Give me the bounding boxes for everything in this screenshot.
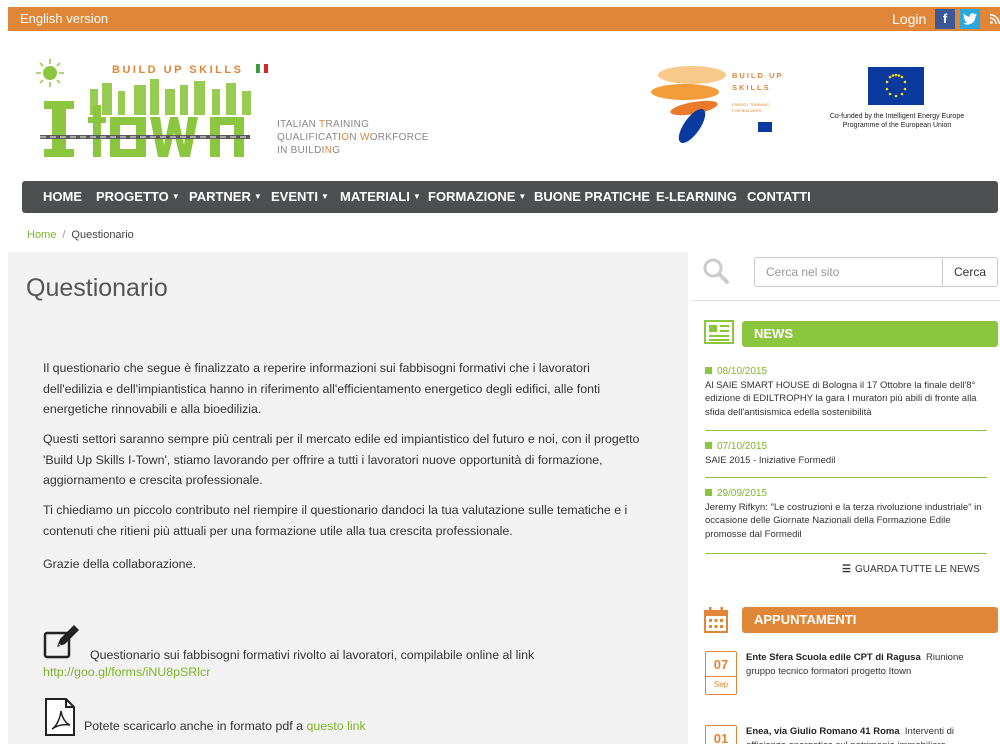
nav-eventi-label: EVENTI (271, 189, 318, 204)
nav-elearning-label: E-LEARNING (656, 189, 737, 204)
sectors-paragraph: Questi settori saranno sempre più centra… (43, 432, 640, 487)
news-text[interactable]: SAIE 2015 - Iniziative Formedil (705, 454, 987, 468)
search-input[interactable]: Cerca nel sito (754, 257, 944, 287)
nav-formazione-label: FORMAZIONE (428, 189, 516, 204)
nav-progetto[interactable]: PROGETTO ▼ (96, 189, 180, 204)
main-nav: HOME PROGETTO ▼ PARTNER ▼ EVENTI ▼ MATERIAL… (22, 181, 998, 213)
news-date: 07/10/2015 (705, 440, 987, 454)
nav-contatti[interactable]: CONTATTI (747, 189, 811, 204)
news-item[interactable]: 29/09/2015 Jeremy Rifkyn: "Le costruzion… (705, 487, 987, 541)
list-icon: ☰ (842, 564, 851, 575)
news-divider (705, 430, 987, 431)
appointment-place[interactable]: Ente Sfera Scuola edile CPT di Ragusa (746, 652, 921, 663)
newspaper-icon (704, 320, 734, 346)
breadcrumb: Home / Questionario (27, 229, 134, 241)
sidebar-divider (690, 300, 1000, 301)
appointment-date: 07 Sep (705, 651, 737, 695)
breadcrumb-home[interactable]: Home (27, 229, 56, 241)
calendar-icon (704, 607, 728, 633)
chevron-down-icon: ▼ (320, 192, 329, 201)
bus-sub-2: FOR BUILDERS (732, 108, 762, 113)
thanks-paragraph: Grazie della collaborazione. (43, 557, 196, 571)
news-item[interactable]: 07/10/2015 SAIE 2015 - Iniziative Formed… (705, 440, 987, 467)
chevron-down-icon: ▼ (412, 192, 421, 201)
nav-contatti-label: CONTATTI (747, 189, 811, 204)
nav-buone-pratiche-label: BUONE PRATICHE (534, 189, 651, 204)
appointment-item[interactable]: Ente Sfera Scuola edile CPT di Ragusa Ri… (746, 651, 990, 678)
eu-flag-icon (868, 67, 924, 105)
news-divider (705, 477, 987, 478)
login-link[interactable]: Login (892, 11, 926, 27)
bus-sub-1: ENERGY TRAINING (732, 102, 769, 107)
news-divider (705, 553, 987, 554)
english-version-link[interactable]: English version (20, 11, 108, 26)
nav-eventi[interactable]: EVENTI ▼ (271, 189, 329, 204)
nav-partner-label: PARTNER (189, 189, 251, 204)
build-up-skills-logo[interactable]: BUILD UP SKILLS ENERGY TRAINING FOR BUIL… (650, 60, 800, 150)
nav-partner[interactable]: PARTNER ▼ (189, 189, 262, 204)
news-date: 29/09/2015 (705, 487, 987, 501)
page-title: Questionario (26, 274, 168, 302)
tagline-line-3: IN BUILDING (277, 145, 341, 156)
news-date: 08/10/2015 (705, 365, 987, 379)
facebook-icon[interactable]: f (935, 9, 955, 29)
tagline-line-1: ITALIAN TRAINING (277, 119, 370, 130)
pdf-download-link[interactable]: questo link (306, 719, 365, 733)
news-text[interactable]: Jeremy Rifkyn: "Le costruzioni e la terz… (705, 501, 987, 542)
news-item[interactable]: 08/10/2015 Al SAIE SMART HOUSE di Bologn… (705, 365, 987, 419)
breadcrumb-current: Questionario (71, 229, 134, 241)
chevron-down-icon: ▼ (253, 192, 262, 201)
appointment-place[interactable]: Enea, via Giulio Romano 41 Roma (746, 726, 900, 737)
nav-materiali-label: MATERIALI (340, 189, 410, 204)
all-news-label: GUARDA TUTTE LE NEWS (854, 564, 980, 575)
eu-cofunded-text: Co-funded by the Intelligent Energy Euro… (829, 113, 965, 129)
intro-paragraph: Il questionario che segue è finalizzato … (43, 361, 601, 416)
twitter-icon[interactable] (960, 9, 980, 29)
online-questionnaire-link[interactable]: http://goo.gl/forms/iNU8pSRlcr (43, 662, 643, 683)
search-icon (702, 257, 730, 285)
pdf-download-line: Potete scaricarlo anche in formato pdf a… (84, 716, 584, 737)
edit-form-icon (43, 625, 83, 659)
chevron-down-icon: ▼ (518, 192, 527, 201)
itown-logo[interactable]: BUILD UP SKILLS (30, 55, 280, 165)
nav-home[interactable]: HOME (43, 189, 82, 204)
news-heading: NEWS (742, 321, 998, 347)
appointment-item[interactable]: Enea, via Giulio Romano 41 Roma Interven… (746, 725, 990, 744)
appointment-date: 01 (705, 725, 737, 744)
nav-materiali[interactable]: MATERIALI ▼ (340, 189, 421, 204)
logo-title: BUILD UP SKILLS (112, 64, 243, 76)
top-bar: English version Login f (8, 7, 1000, 31)
appointment-day: 01 (713, 731, 729, 744)
bus-line-2: SKILLS (732, 83, 771, 92)
appointment-month: Sep (706, 676, 736, 689)
appointment-day: 07 (713, 657, 729, 672)
request-paragraph: Ti chiediamo un piccolo contributo nel r… (43, 503, 628, 538)
tagline-line-2: QUALIFICATION WORKFORCE (277, 132, 429, 143)
logo-tagline: ITALIAN TRAINING QUALIFICATION WORKFORCE… (277, 118, 429, 157)
online-link-text[interactable]: http://goo.gl/forms/iNU8pSRlcr (43, 665, 210, 679)
bus-line-1: BUILD UP (732, 71, 783, 80)
nav-elearning[interactable]: E-LEARNING (656, 189, 737, 204)
news-text[interactable]: Al SAIE SMART HOUSE di Bologna il 17 Ott… (705, 379, 987, 420)
appointments-heading: APPUNTAMENTI (742, 607, 998, 633)
pdf-download-text: Potete scaricarlo anche in formato pdf a (84, 719, 304, 733)
rss-icon[interactable] (985, 9, 1000, 29)
nav-progetto-label: PROGETTO (96, 189, 169, 204)
nav-home-label: HOME (43, 189, 82, 204)
breadcrumb-separator: / (62, 229, 66, 241)
chevron-down-icon: ▼ (171, 192, 180, 201)
pdf-file-icon (43, 697, 77, 737)
search-button[interactable]: Cerca (942, 257, 998, 287)
nav-buone-pratiche[interactable]: BUONE PRATICHE (534, 189, 650, 204)
all-news-link[interactable]: ☰ GUARDA TUTTE LE NEWS (842, 564, 980, 575)
nav-formazione[interactable]: FORMAZIONE ▼ (428, 189, 526, 204)
